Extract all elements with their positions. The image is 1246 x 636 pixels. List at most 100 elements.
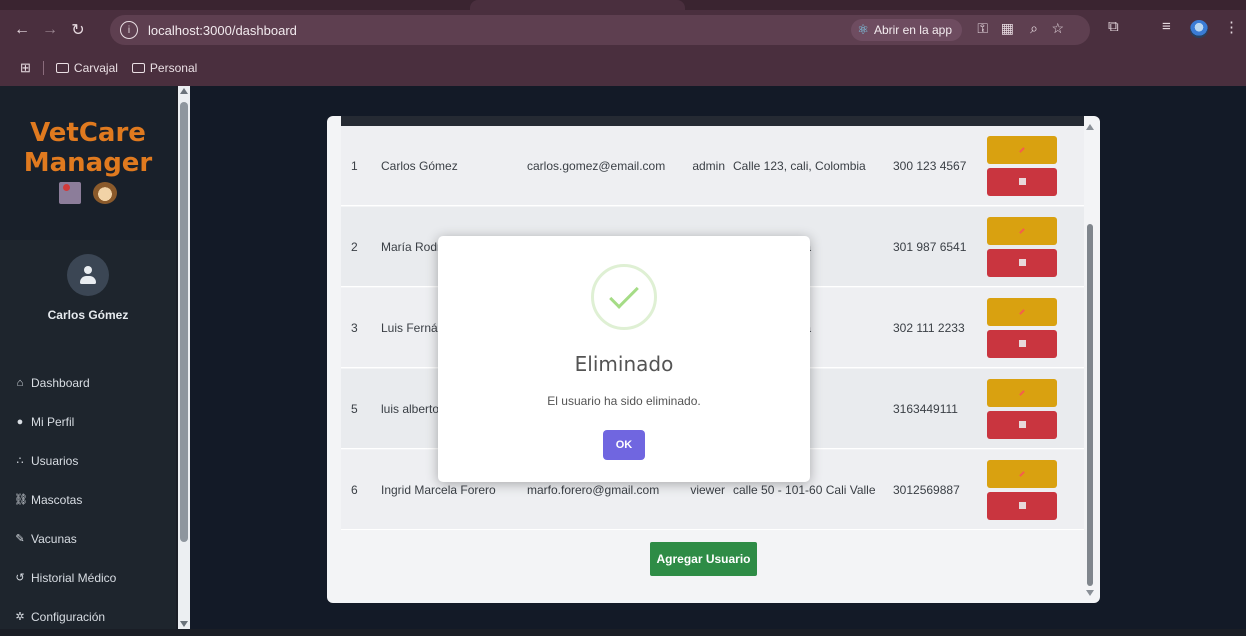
edit-button[interactable] bbox=[987, 459, 1057, 488]
trash-icon bbox=[1018, 259, 1026, 266]
delete-button[interactable] bbox=[987, 329, 1057, 358]
add-user-button[interactable]: Agregar Usuario bbox=[650, 542, 757, 576]
bookmarks-divider bbox=[42, 61, 44, 75]
cell-role: admin bbox=[692, 158, 725, 173]
edit-button[interactable] bbox=[987, 378, 1057, 407]
dialog-message: El usuario ha sido eliminado. bbox=[547, 394, 701, 408]
user-icon: ● bbox=[16, 415, 24, 428]
cell-role: viewer bbox=[690, 482, 725, 497]
delete-button[interactable] bbox=[987, 410, 1057, 439]
sidebar-item-label: Mascotas bbox=[31, 492, 83, 507]
history-icon: ↺ bbox=[15, 572, 25, 584]
ok-button[interactable]: OK bbox=[603, 430, 645, 460]
checkmark-icon bbox=[609, 279, 639, 309]
pencil-icon bbox=[1019, 146, 1025, 153]
cell-phone: 3012569887 bbox=[893, 482, 960, 497]
address-url[interactable]: localhost:3000/dashboard bbox=[148, 23, 297, 38]
sidebar-scrollbar[interactable] bbox=[178, 86, 190, 629]
cell-email: marfo.forero@gmail.com bbox=[527, 482, 660, 497]
delete-button[interactable] bbox=[987, 491, 1057, 520]
bookmark-star-icon[interactable]: ☆ bbox=[1051, 20, 1064, 37]
dog-icon bbox=[93, 182, 117, 204]
row-actions bbox=[987, 216, 1057, 277]
pencil-icon bbox=[1019, 470, 1025, 477]
site-info-icon[interactable]: i bbox=[120, 21, 138, 39]
open-in-app-label: Abrir en la app bbox=[873, 23, 952, 37]
trash-icon bbox=[1018, 340, 1026, 347]
folder-icon bbox=[131, 63, 145, 73]
forward-arrow-icon[interactable]: → bbox=[36, 21, 64, 39]
back-arrow-icon[interactable]: ← bbox=[8, 21, 36, 39]
scroll-up-arrow-icon[interactable] bbox=[180, 88, 188, 94]
edit-button[interactable] bbox=[987, 135, 1057, 164]
row-actions bbox=[987, 459, 1057, 520]
row-actions bbox=[987, 297, 1057, 358]
table-header-bar bbox=[341, 116, 1084, 126]
edit-button[interactable] bbox=[987, 297, 1057, 326]
sidebar-user-name: Carlos Gómez bbox=[47, 308, 129, 322]
delete-button[interactable] bbox=[987, 248, 1057, 277]
brand-title-line1: VetCare bbox=[30, 118, 146, 148]
reload-icon[interactable]: ↻ bbox=[64, 20, 92, 40]
sidebar-item-dashboard[interactable]: ⌂ Dashboard bbox=[0, 363, 176, 402]
cell-id: 3 bbox=[351, 320, 358, 335]
scroll-down-arrow-icon[interactable] bbox=[1086, 590, 1094, 596]
extensions-icon[interactable]: ⧉ bbox=[1108, 18, 1119, 35]
delete-button[interactable] bbox=[987, 167, 1057, 196]
brand-title-line2: Manager bbox=[23, 148, 153, 178]
translate-icon[interactable]: ▦ bbox=[1001, 20, 1014, 37]
sidebar-item-configuracion[interactable]: ✲ Configuración bbox=[0, 597, 176, 636]
cell-phone: 3163449111 bbox=[893, 401, 958, 416]
success-dialog: Eliminado El usuario ha sido eliminado. … bbox=[438, 236, 810, 482]
trash-icon bbox=[1018, 502, 1026, 509]
user-icon bbox=[79, 266, 97, 284]
table-row: 1 Carlos Gómez carlos.gomez@email.com ad… bbox=[341, 126, 1084, 206]
cell-id: 6 bbox=[351, 482, 358, 497]
gear-icon: ✲ bbox=[15, 611, 25, 623]
sidebar-menu: ⌂ Dashboard ● Mi Perfil ∴ Usuarios ⛓ Mascota… bbox=[0, 363, 176, 636]
bookmark-folder-carvajal[interactable]: Carvajal bbox=[55, 61, 118, 75]
brand-block: VetCare Manager bbox=[0, 86, 176, 240]
scroll-up-arrow-icon[interactable] bbox=[1086, 124, 1094, 130]
sidebar-item-usuarios[interactable]: ∴ Usuarios bbox=[0, 441, 176, 480]
sidebar-item-mascotas[interactable]: ⛓ Mascotas bbox=[0, 480, 176, 519]
cell-address: calle 50 - 101-60 Cali Valle bbox=[733, 482, 876, 497]
zoom-icon[interactable]: ⌕ bbox=[1030, 20, 1038, 37]
browser-tab[interactable] bbox=[470, 0, 685, 10]
sidebar-item-label: Configuración bbox=[31, 609, 106, 624]
dialog-title: Eliminado bbox=[574, 352, 674, 376]
cell-phone: 301 987 6541 bbox=[893, 239, 967, 254]
pencil-icon bbox=[1019, 227, 1025, 234]
scroll-down-arrow-icon[interactable] bbox=[180, 621, 188, 627]
open-in-app-button[interactable]: ⚛ Abrir en la app bbox=[851, 19, 962, 41]
reading-list-icon[interactable]: ≡ bbox=[1162, 18, 1171, 35]
table-scrollbar[interactable] bbox=[1086, 124, 1094, 596]
bookmark-folder-personal[interactable]: Personal bbox=[131, 61, 197, 75]
kebab-menu-icon[interactable]: ⋮ bbox=[1224, 18, 1239, 36]
edit-button[interactable] bbox=[987, 216, 1057, 245]
avatar[interactable] bbox=[67, 254, 109, 296]
apps-grid-icon[interactable]: ⊞ bbox=[20, 60, 31, 76]
pencil-icon bbox=[1019, 389, 1025, 396]
cell-name: Carlos Gómez bbox=[381, 158, 458, 173]
syringe-icon: ✎ bbox=[15, 533, 25, 545]
row-actions bbox=[987, 135, 1057, 196]
success-check-icon bbox=[591, 264, 657, 330]
sidebar-item-label: Dashboard bbox=[31, 375, 90, 390]
sidebar-item-vacunas[interactable]: ✎ Vacunas bbox=[0, 519, 176, 558]
browser-chrome: ← → ↻ i localhost:3000/dashboard ⚛ Abrir… bbox=[0, 0, 1246, 86]
sidebar-item-mi-perfil[interactable]: ● Mi Perfil bbox=[0, 402, 176, 441]
address-bar[interactable]: i localhost:3000/dashboard ⚛ Abrir en la… bbox=[110, 15, 1090, 45]
password-key-icon[interactable]: ⚿ bbox=[977, 20, 988, 37]
sidebar-item-label: Usuarios bbox=[31, 453, 79, 468]
user-block: Carlos Gómez bbox=[0, 254, 176, 322]
sidebar-item-historial-medico[interactable]: ↺ Historial Médico bbox=[0, 558, 176, 597]
bookmarks-bar: ⊞ Carvajal Personal bbox=[0, 58, 211, 78]
cell-name: Ingrid Marcela Forero bbox=[381, 482, 496, 497]
users-icon: ∴ bbox=[16, 455, 24, 467]
bookmark-label: Carvajal bbox=[73, 61, 118, 75]
home-icon: ⌂ bbox=[16, 376, 24, 389]
profile-avatar[interactable] bbox=[1190, 20, 1208, 38]
scrollbar-thumb[interactable] bbox=[1087, 224, 1093, 586]
scrollbar-thumb[interactable] bbox=[180, 102, 188, 542]
